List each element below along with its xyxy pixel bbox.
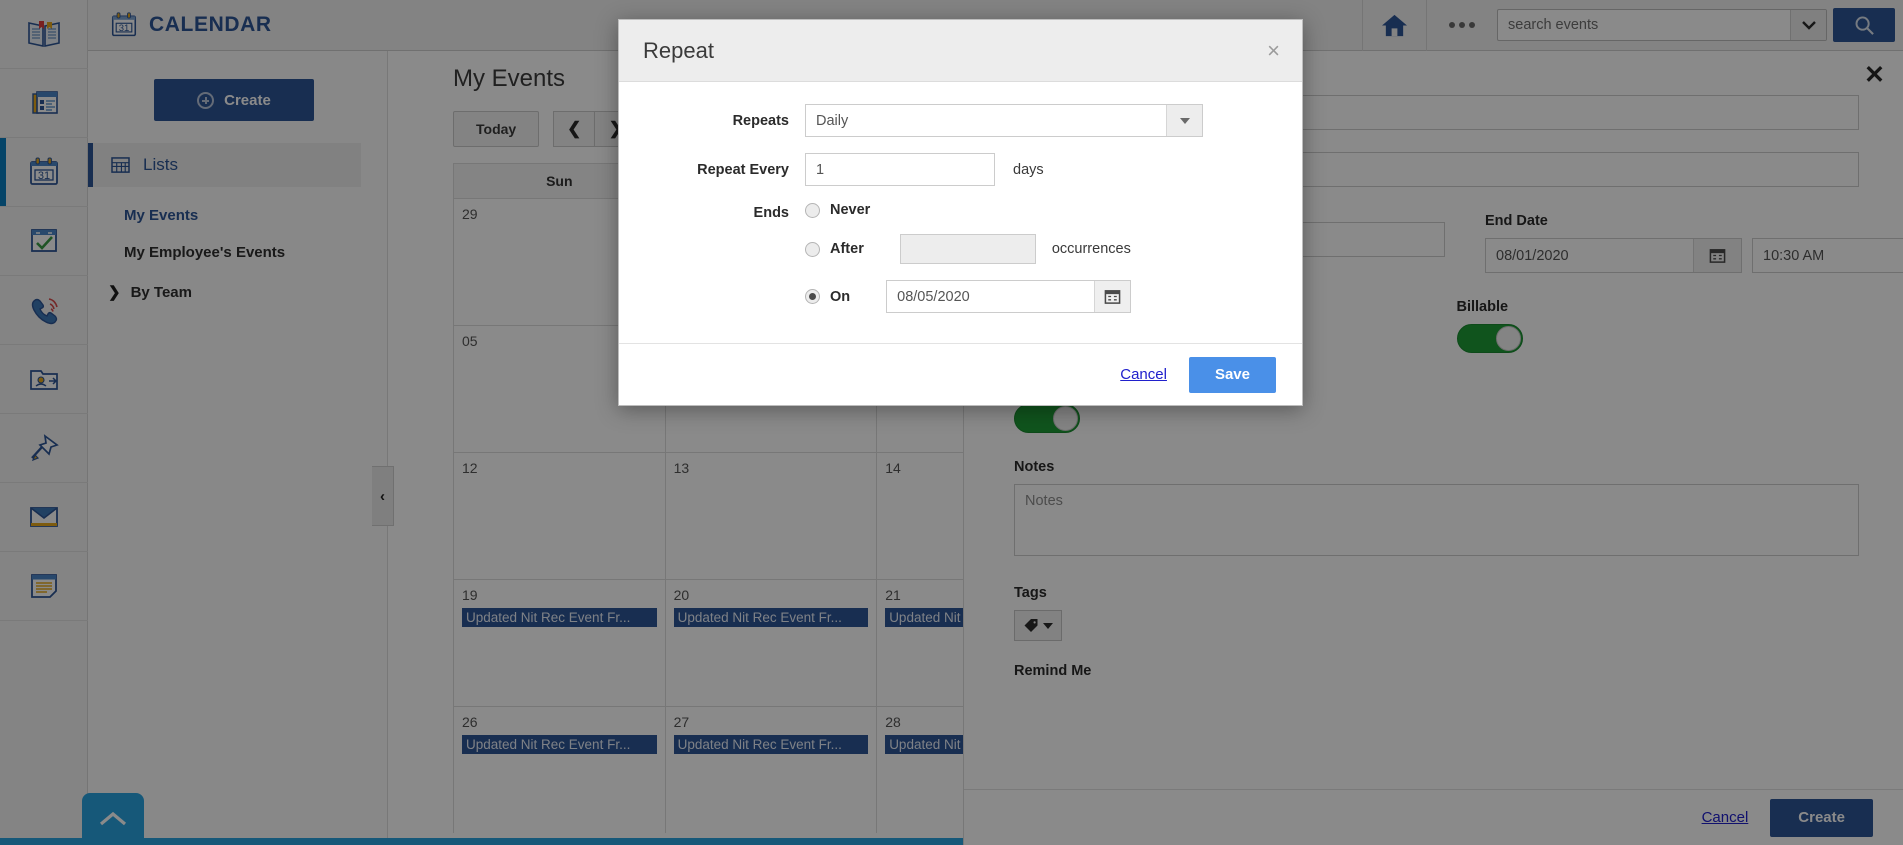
repeat-every-input[interactable]: [805, 153, 995, 186]
repeat-every-unit: days: [1013, 162, 1044, 178]
ends-row: Ends Never After occurrences On: [619, 202, 1302, 313]
ends-label: Ends: [619, 202, 805, 221]
after-label: After: [830, 241, 864, 257]
ends-on-option[interactable]: On: [805, 280, 1131, 313]
ends-options: Never After occurrences On: [805, 202, 1131, 313]
modal-body: Repeats Daily Repeat Every days Ends: [619, 82, 1302, 343]
repeat-modal: Repeat × Repeats Daily Repeat Every days…: [618, 19, 1303, 406]
repeat-every-label: Repeat Every: [619, 162, 805, 178]
repeats-label: Repeats: [619, 113, 805, 129]
after-radio[interactable]: [805, 242, 820, 257]
ends-never-option[interactable]: Never: [805, 202, 1131, 218]
on-label: On: [830, 289, 850, 305]
modal-title: Repeat: [643, 38, 714, 64]
modal-footer: Cancel Save: [619, 343, 1302, 405]
after-occurrences-input[interactable]: [900, 234, 1036, 264]
caret-down-icon: [1180, 118, 1190, 124]
repeat-every-row: Repeat Every days: [619, 153, 1302, 186]
modal-save-button[interactable]: Save: [1189, 357, 1276, 393]
calendar-picker-icon: [1104, 288, 1121, 305]
occurrences-label: occurrences: [1052, 241, 1131, 257]
on-date-picker-button[interactable]: [1094, 281, 1130, 312]
on-date-input[interactable]: [887, 281, 1094, 312]
never-label: Never: [830, 202, 870, 218]
repeats-row: Repeats Daily: [619, 104, 1302, 137]
on-radio[interactable]: [805, 289, 820, 304]
repeats-select[interactable]: Daily: [805, 104, 1203, 137]
repeats-select-arrow[interactable]: [1166, 105, 1202, 136]
never-radio[interactable]: [805, 203, 820, 218]
calendar-app: 31: [0, 0, 1903, 845]
on-date-field: [886, 280, 1131, 313]
modal-cancel-link[interactable]: Cancel: [1120, 366, 1167, 383]
ends-after-option[interactable]: After occurrences: [805, 234, 1131, 264]
repeats-selected-value: Daily: [806, 113, 1166, 129]
modal-header: Repeat ×: [619, 20, 1302, 82]
modal-close-button[interactable]: ×: [1267, 40, 1280, 62]
